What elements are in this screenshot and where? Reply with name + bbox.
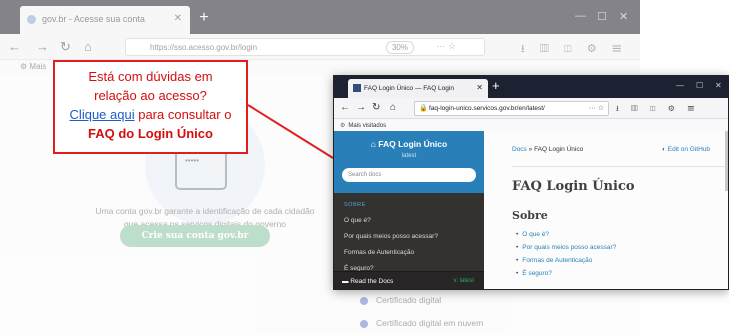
toolbar-icons[interactable]: ⭳ ▥ ◫ ⚙ ☰: [521, 40, 628, 59]
toc-item[interactable]: • O que é?: [516, 231, 549, 238]
callout-line-3: Clique aqui para consultar o: [55, 105, 246, 124]
sidebar-item-meios[interactable]: Por quais meios posso acessar?: [344, 233, 438, 240]
faq-tab[interactable]: FAQ Login Único — FAQ Login ✕: [348, 79, 488, 98]
bullet-icon: •: [516, 231, 519, 238]
home-icon[interactable]: ⌂: [390, 102, 396, 113]
back-icon[interactable]: ←: [340, 102, 350, 113]
edit-on-github-text: Edit on GitHub: [667, 146, 711, 153]
sidebar-title[interactable]: ⌂ FAQ Login Único: [334, 139, 484, 149]
maximize-icon[interactable]: ☐: [696, 81, 703, 90]
sidebar-item-autenticacao[interactable]: Formas de Autenticação: [344, 249, 414, 256]
sidebar-header: ⌂ FAQ Login Único latest Search docs: [334, 131, 484, 193]
list-item-label: Certificado digital: [376, 295, 442, 305]
read-the-docs-label: ▬ Read the Docs: [342, 278, 393, 285]
breadcrumb-current: FAQ Login Único: [534, 146, 584, 153]
search-input[interactable]: Search docs: [342, 168, 476, 182]
sidebar-title-text: FAQ Login Único: [378, 139, 448, 149]
faq-callout: Está com dúvidas em relação ao acesso? C…: [53, 60, 248, 154]
background-tab-title: gov.br - Acesse sua conta: [42, 14, 145, 24]
back-icon[interactable]: ←: [8, 39, 21, 54]
breadcrumb-separator: »: [528, 146, 533, 153]
new-tab-icon[interactable]: +: [492, 78, 500, 93]
read-the-docs-text: Read the Docs: [350, 278, 394, 285]
close-window-icon[interactable]: ✕: [619, 10, 628, 23]
breadcrumb: Docs » FAQ Login Único: [512, 146, 583, 153]
callout-line-3-rest: para consultar o: [138, 107, 232, 122]
bullet-icon: •: [516, 257, 519, 264]
gear-icon: ⚙: [20, 62, 30, 71]
faq-url-text: faq-login-unico.servicos.gov.br/en/lates…: [429, 105, 545, 112]
screenshot-stage: gov.br - Acesse sua conta ✕ + — ☐ ✕ ← → …: [0, 0, 729, 335]
forward-icon[interactable]: →: [356, 102, 366, 113]
close-icon[interactable]: ✕: [174, 13, 182, 24]
toc-item[interactable]: • Formas de Autenticação: [516, 257, 592, 264]
background-address-bar[interactable]: https://sso.acesso.gov.br/login 30% ··· …: [125, 38, 485, 56]
faq-navbar: ← → ↻ ⌂ 🔒 faq-login-unico.servicos.gov.b…: [334, 98, 728, 119]
close-window-icon[interactable]: ✕: [715, 81, 722, 90]
gear-icon: ⚙: [340, 123, 346, 129]
close-icon[interactable]: ✕: [476, 83, 483, 92]
docs-sidebar: ⌂ FAQ Login Único latest Search docs SOB…: [334, 131, 484, 289]
reload-icon[interactable]: ↻: [372, 102, 380, 113]
minimize-icon[interactable]: —: [575, 10, 586, 22]
list-item-label: Certificado digital em nuvem: [376, 318, 484, 328]
faq-bookmarks-bar: ⚙ Mais visitados: [334, 119, 728, 131]
create-account-button[interactable]: Crie sua conta gov.br: [120, 225, 270, 247]
faq-address-bar[interactable]: 🔒 faq-login-unico.servicos.gov.br/en/lat…: [414, 101, 609, 116]
minimize-icon[interactable]: —: [676, 81, 684, 90]
background-navbar: ← → ↻ ⌂ https://sso.acesso.gov.br/login …: [0, 34, 640, 60]
faq-browser-window: FAQ Login Único — FAQ Login ✕ + — ☐ ✕ ← …: [333, 75, 729, 290]
bookmarks-label[interactable]: Mais visitados: [348, 123, 386, 129]
sidebar-version: latest: [401, 153, 417, 159]
maximize-icon[interactable]: ☐: [597, 10, 607, 23]
toc-item-label: É seguro?: [522, 270, 552, 277]
page-actions-icon[interactable]: ··· ☆: [589, 104, 604, 112]
home-icon[interactable]: ⌂: [84, 39, 92, 54]
scrollbar[interactable]: [725, 131, 728, 191]
faq-tab-title: FAQ Login Único — FAQ Login: [364, 85, 454, 92]
read-the-docs-footer[interactable]: ▬ Read the Docs v: latest: [334, 271, 484, 289]
toc-item-label: O que é?: [522, 231, 550, 238]
background-titlebar: gov.br - Acesse sua conta ✕ + — ☐ ✕: [0, 0, 640, 34]
list-item[interactable]: Certificado digital em nuvem: [360, 318, 483, 328]
new-tab-icon[interactable]: +: [193, 8, 215, 30]
version-selector[interactable]: v: latest: [453, 278, 474, 284]
toc-item[interactable]: • É seguro?: [516, 270, 552, 277]
toc-item-label: Formas de Autenticação: [522, 257, 593, 264]
list-item[interactable]: Certificado digital: [360, 295, 441, 305]
edit-on-github-link[interactable]: ◐ Edit on GitHub: [662, 146, 710, 153]
background-tab[interactable]: gov.br - Acesse sua conta ✕: [20, 6, 190, 34]
forward-icon[interactable]: →: [36, 39, 49, 54]
callout-line-2: relação ao acesso?: [94, 88, 207, 103]
sidebar-item-o-que-e[interactable]: O que é?: [344, 217, 371, 224]
reload-icon[interactable]: ↻: [60, 39, 71, 55]
govbr-favicon-icon: [27, 15, 36, 24]
docs-favicon-icon: [353, 84, 361, 92]
section-title: Sobre: [512, 209, 548, 222]
faq-titlebar: FAQ Login Único — FAQ Login ✕ + — ☐ ✕: [334, 76, 728, 98]
bullet-icon: •: [516, 244, 519, 251]
toc-item-label: Por quais meios posso acessar?: [522, 244, 617, 251]
callout-line-1: Está com dúvidas em: [88, 69, 213, 84]
callout-line-4: FAQ do Login Único: [88, 126, 213, 141]
lock-icon: 🔒: [419, 105, 428, 112]
breadcrumb-docs-link[interactable]: Docs: [512, 146, 527, 153]
cloud-certificate-icon: [360, 319, 368, 328]
bullet-icon: •: [516, 270, 519, 277]
background-url-text: https://sso.acesso.gov.br/login: [150, 43, 258, 52]
docs-content: Docs » FAQ Login Único ◐ Edit on GitHub …: [484, 131, 728, 289]
page-actions-icon[interactable]: ··· ☆: [436, 41, 456, 52]
toc-item[interactable]: • Por quais meios posso acessar?: [516, 244, 616, 251]
page-title: FAQ Login Único: [512, 179, 635, 194]
bookmarks-label[interactable]: Mais: [29, 62, 46, 71]
sidebar-caption: SOBRE: [344, 202, 366, 208]
zoom-badge[interactable]: 30%: [385, 41, 414, 54]
certificate-icon: [360, 296, 368, 305]
click-here-link[interactable]: Clique aqui: [70, 107, 135, 122]
toolbar-icons[interactable]: ⭳ ▥ ◫ ⚙ ☰: [616, 103, 700, 117]
divider: [512, 166, 728, 167]
